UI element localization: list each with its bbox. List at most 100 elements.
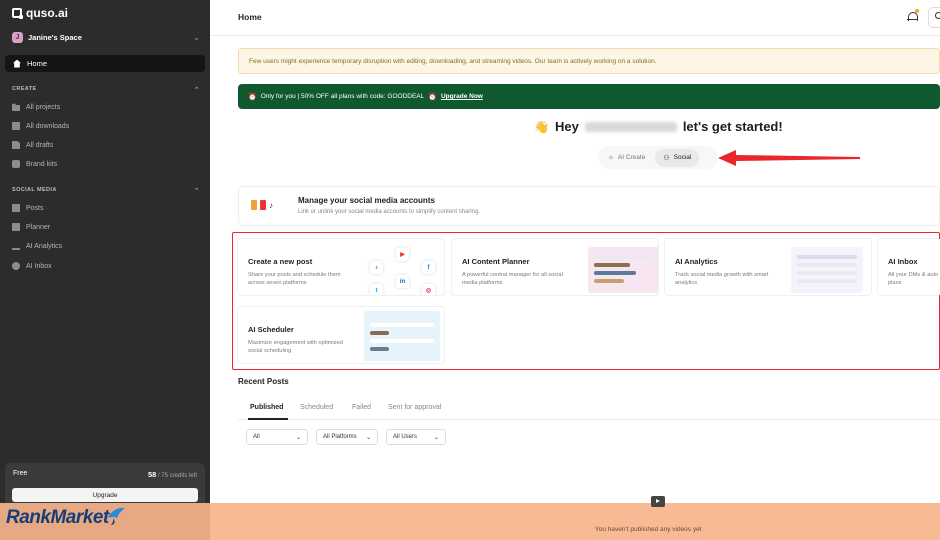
- home-icon: [13, 59, 21, 68]
- folder-icon: [12, 103, 20, 111]
- empty-state-text: You haven't published any videos yet: [595, 526, 702, 533]
- promo-banner: ⏰ Only for you | 50% OFF all plans with …: [238, 84, 940, 109]
- create-section-header[interactable]: CREATE ⌃: [12, 86, 200, 94]
- sidebar-item-home[interactable]: Home: [5, 55, 205, 72]
- sidebar-item-ai-inbox[interactable]: AI Inbox: [12, 262, 52, 270]
- watermark-overlay: [0, 503, 940, 540]
- upgrade-button[interactable]: Upgrade: [12, 488, 198, 502]
- gift-icon: ⏰: [428, 93, 437, 101]
- workspace-avatar: J: [12, 31, 23, 43]
- planner-icon: [12, 223, 20, 231]
- scheduler-preview-image: [364, 311, 440, 361]
- workspace-switcher[interactable]: J Janine's Space ⌄: [12, 30, 200, 44]
- card-title: AI Scheduler: [248, 325, 294, 334]
- mode-option-label: Social: [673, 154, 692, 161]
- feature-cards-highlight: Create a new post Share your posts and s…: [232, 232, 940, 370]
- tab-sent-for-approval[interactable]: Sent for approval: [388, 404, 441, 411]
- sidebar-item-label: All drafts: [26, 141, 54, 149]
- filter-value: All: [253, 434, 260, 440]
- recent-posts-tabs: Published Scheduled Failed Sent for appr…: [238, 398, 940, 420]
- analytics-icon: [12, 242, 20, 250]
- planner-preview-image: [588, 247, 658, 293]
- notification-dot: [915, 9, 919, 13]
- preview-row: [594, 279, 624, 283]
- ai-analytics-card[interactable]: AI Analytics Track social media growth w…: [664, 238, 872, 296]
- sidebar-item-all-projects[interactable]: All projects: [12, 103, 60, 111]
- mode-toggle: ✧ AI Create ⚇ Social: [598, 146, 718, 169]
- sidebar-item-label: Home: [27, 59, 48, 68]
- chevron-down-icon: ⌄: [295, 434, 301, 441]
- ai-inbox-card[interactable]: AI Inbox All your DMs & auto place: [877, 238, 940, 296]
- tiktok-icon: ♪: [269, 200, 273, 210]
- card-description: Maximize engagement with optimized socia…: [248, 340, 343, 354]
- card-description: A powerful central manager for all socia…: [462, 272, 563, 286]
- card-title: AI Analytics: [675, 257, 718, 266]
- tab-failed[interactable]: Failed: [352, 404, 371, 411]
- sidebar-item-label: All downloads: [26, 122, 70, 130]
- card-title: Create a new post: [248, 257, 313, 266]
- manage-accounts-card[interactable]: ♪ Manage your social media accounts Link…: [238, 186, 940, 226]
- gift-icon: ⏰: [248, 93, 257, 101]
- video-play-icon: [651, 496, 665, 507]
- sidebar-item-all-downloads[interactable]: All downloads: [12, 122, 69, 130]
- section-heading: SOCIAL MEDIA: [12, 187, 57, 193]
- preview-row: [370, 347, 390, 351]
- mode-option-ai-create[interactable]: ✧ AI Create: [600, 149, 653, 167]
- sidebar-item-label: AI Analytics: [26, 242, 63, 250]
- preview-row: [370, 331, 390, 335]
- logo[interactable]: quso.ai: [12, 6, 68, 20]
- tab-scheduled[interactable]: Scheduled: [300, 404, 333, 411]
- preview-row: [797, 255, 857, 259]
- ai-scheduler-card[interactable]: AI Scheduler Maximize engagement with op…: [237, 306, 445, 364]
- plan-box: Free 58 / 75 credits left Upgrade: [5, 463, 205, 508]
- sidebar-item-brand-kits[interactable]: Brand kits: [12, 160, 57, 168]
- upgrade-now-link[interactable]: Upgrade Now: [441, 93, 483, 100]
- social-media-section-header[interactable]: SOCIAL MEDIA ⌃: [12, 187, 200, 195]
- card-description: Track social media growth with smart ana…: [675, 272, 769, 286]
- card-title: AI Inbox: [888, 257, 918, 266]
- greeting-heading: 👋 Hey let's get started!: [534, 119, 783, 134]
- chevron-down-icon: ⌄: [193, 32, 200, 42]
- twitter-icon: t: [370, 284, 383, 295]
- preview-row: [797, 271, 857, 275]
- status-filter-dropdown[interactable]: All ⌄: [246, 429, 308, 445]
- sidebar-item-posts[interactable]: Posts: [12, 204, 44, 212]
- instagram-icon: ◎: [422, 284, 435, 295]
- sidebar-item-all-drafts[interactable]: All drafts: [12, 141, 53, 149]
- social-icons-cluster: ▶ ♪ f in t ◎: [368, 247, 440, 295]
- posts-icon: [12, 204, 20, 212]
- chevron-down-icon: ⌄: [365, 434, 371, 441]
- preview-rows: [370, 323, 434, 355]
- filter-value: All Platforms: [323, 434, 357, 440]
- create-post-card[interactable]: Create a new post Share your posts and s…: [237, 238, 445, 296]
- card-description: All your DMs & auto place: [888, 272, 939, 286]
- sidebar: quso.ai J Janine's Space ⌄ Home CREATE ⌃…: [0, 0, 210, 540]
- tab-published[interactable]: Published: [250, 404, 283, 411]
- card-description: Share your posts and schedule them acros…: [248, 272, 341, 286]
- platform-filter-dropdown[interactable]: All Platforms ⌄: [316, 429, 378, 445]
- filter-value: All Users: [393, 434, 418, 440]
- sidebar-item-ai-analytics[interactable]: AI Analytics: [12, 242, 62, 250]
- user-filter-dropdown[interactable]: All Users ⌄: [386, 429, 446, 445]
- download-icon: [12, 122, 20, 130]
- watermark-text: RankMarket: [6, 507, 109, 528]
- sidebar-item-planner[interactable]: Planner: [12, 223, 50, 231]
- main-content: Home Few users might experience temporar…: [210, 0, 940, 540]
- preview-rows: [797, 255, 857, 287]
- mode-option-label: AI Create: [617, 154, 646, 161]
- preview-row: [370, 323, 434, 327]
- plan-name: Free: [13, 470, 28, 477]
- ai-content-planner-card[interactable]: AI Content Planner A powerful central ma…: [451, 238, 659, 296]
- linkedin-icon: in: [396, 275, 409, 288]
- page-title: Home: [238, 12, 262, 22]
- manage-accounts-subtitle: Link or unlink your social media account…: [298, 209, 481, 215]
- credits-total: / 75 credits left: [157, 473, 197, 479]
- user-menu-button[interactable]: [928, 7, 940, 28]
- recent-posts-title: Recent Posts: [238, 377, 289, 386]
- preview-rows: [594, 255, 654, 287]
- tiktok-icon: ♪: [370, 261, 383, 274]
- analytics-preview-image: [791, 247, 863, 293]
- draft-icon: [12, 141, 20, 149]
- mode-option-social[interactable]: ⚇ Social: [655, 148, 700, 167]
- service-notice: Few users might experience temporary dis…: [238, 48, 940, 74]
